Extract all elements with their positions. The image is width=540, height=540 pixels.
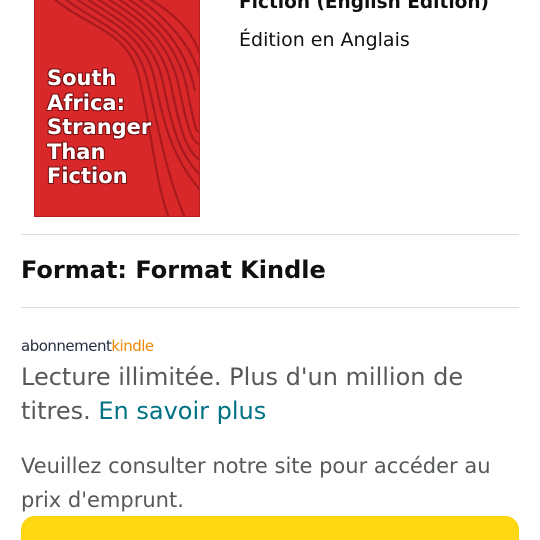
divider <box>21 234 519 235</box>
kindle-unlimited-logo-part2: kindle <box>111 337 154 355</box>
kindle-unlimited-description: Lecture illimitée. Plus d'un million de … <box>21 360 521 428</box>
learn-more-link[interactable]: En savoir plus <box>98 397 266 425</box>
format-label: Format: Format Kindle <box>21 256 326 284</box>
borrow-price-notice: Veuillez consulter notre site pour accéd… <box>21 454 491 512</box>
book-cover[interactable]: South Africa: Stranger Than Fiction <box>34 0 200 217</box>
kindle-unlimited-logo: abonnementkindle <box>21 337 154 355</box>
cover-title: South Africa: Stranger Than Fiction <box>47 66 152 188</box>
book-edition: Édition en Anglais <box>239 29 410 51</box>
primary-action-button[interactable] <box>21 516 519 540</box>
book-title: Fiction (English Edition) <box>239 0 490 13</box>
divider <box>21 307 519 308</box>
kindle-unlimited-logo-part1: abonnement <box>21 337 112 355</box>
